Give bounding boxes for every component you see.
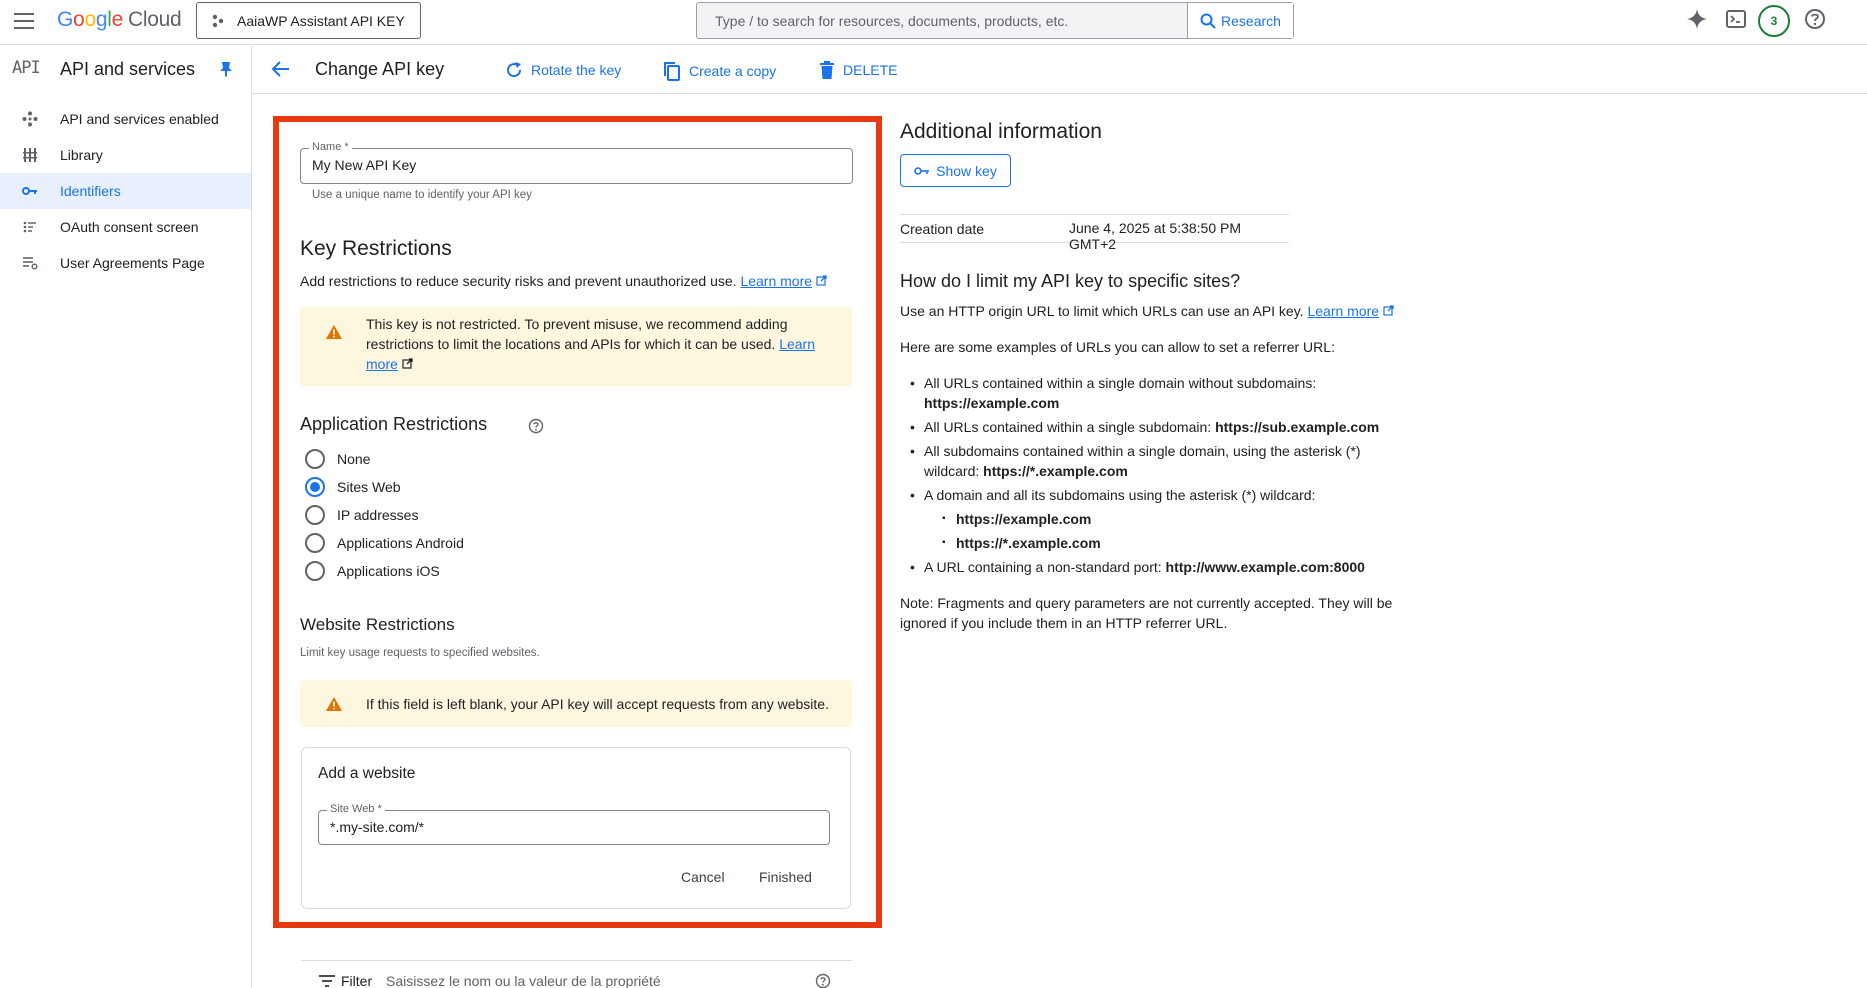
filter-bar[interactable]: Filter Saisissez le nom ou la valeur de … — [301, 960, 852, 988]
trash-icon — [820, 61, 834, 79]
project-name: AaiaWP Assistant API KEY — [237, 12, 405, 29]
api-icon: API — [12, 58, 41, 78]
sidebar-item-label: Library — [60, 147, 103, 163]
search-input[interactable]: Type / to search for resources, document… — [697, 13, 1187, 29]
pin-icon[interactable] — [219, 61, 233, 77]
example-sub-item: https://example.com — [942, 509, 1091, 529]
example-sub-item: https://*.example.com — [942, 533, 1101, 553]
site-web-label: Site Web * — [327, 803, 385, 815]
warning-learn-more-link[interactable]: Learn — [779, 336, 815, 352]
main-menu-icon[interactable] — [14, 13, 34, 29]
library-icon — [23, 148, 37, 162]
project-selector[interactable]: AaiaWP Assistant API KEY — [196, 2, 421, 39]
sidebar-title: API and services — [60, 59, 196, 79]
help-circle-icon[interactable] — [528, 418, 544, 434]
key-restrictions-title: Key Restrictions — [300, 237, 452, 260]
external-link-icon — [1383, 305, 1394, 316]
project-icon — [212, 14, 224, 27]
radio-button[interactable] — [305, 449, 325, 469]
cancel-button[interactable]: Cancel — [681, 869, 725, 885]
blank-field-warning: If this field is left blank, your API ke… — [300, 680, 852, 727]
warning-icon — [326, 325, 342, 339]
key-restrictions-desc: Add restrictions to reduce security risk… — [300, 271, 827, 291]
creation-date-value: June 4, 2025 at 5:38:50 PM GMT+2 — [1069, 220, 1242, 252]
warning-learn-more-link-2[interactable]: more — [366, 356, 398, 372]
additional-info-title: Additional information — [900, 120, 1102, 143]
show-key-button[interactable]: Show key — [900, 154, 1011, 187]
gemini-icon[interactable] — [1686, 8, 1708, 30]
site-web-value[interactable]: *.my-site.com/* — [330, 819, 424, 835]
unrestricted-key-warning: This key is not restricted. To prevent m… — [300, 307, 852, 386]
help-icon[interactable] — [1804, 8, 1826, 30]
warning-icon — [326, 697, 342, 711]
finished-button[interactable]: Finished — [759, 869, 812, 885]
hub-icon — [22, 111, 38, 127]
radio-ios[interactable]: Applications iOS — [305, 561, 440, 581]
google-cloud-logo[interactable]: Google Cloud — [57, 8, 182, 32]
radio-button[interactable] — [305, 561, 325, 581]
website-restrictions-title: Website Restrictions — [300, 615, 455, 634]
radio-button[interactable] — [305, 505, 325, 525]
sidebar-item-identifiers[interactable]: Identifiers — [0, 173, 251, 209]
search-icon — [1200, 13, 1216, 29]
name-field-label: Name * — [309, 141, 352, 153]
sidebar-item-label: User Agreements Page — [60, 255, 205, 271]
key-icon — [914, 166, 930, 175]
page-title: Change API key — [315, 59, 445, 79]
example-item: All subdomains contained within a single… — [910, 441, 1361, 481]
sidebar-item-label: OAuth consent screen — [60, 219, 199, 235]
notifications-badge[interactable]: 3 — [1758, 5, 1790, 37]
radio-button-selected[interactable] — [305, 477, 325, 497]
note-text: Note: Fragments and query parameters are… — [900, 595, 1393, 631]
name-hint: Use a unique name to identify your API k… — [312, 189, 532, 201]
back-arrow-icon[interactable] — [271, 60, 291, 78]
example-item: A URL containing a non-standard port: ht… — [910, 557, 1365, 577]
learn-more-link[interactable]: Learn more — [1307, 303, 1379, 319]
radio-button[interactable] — [305, 533, 325, 553]
learn-more-link[interactable]: Learn more — [740, 273, 812, 289]
sidebar: API API and services API and services en… — [0, 46, 252, 988]
key-icon — [22, 187, 37, 195]
rotate-key-button[interactable]: Rotate the key — [505, 61, 621, 79]
sidebar-item-library[interactable]: Library — [0, 137, 251, 173]
sidebar-item-label: API and services enabled — [60, 111, 219, 127]
radio-android[interactable]: Applications Android — [305, 533, 464, 553]
filter-input[interactable]: Saisissez le nom ou la valeur de la prop… — [386, 973, 661, 988]
creation-date-row: Creation date June 4, 2025 at 5:38:50 PM… — [900, 214, 1289, 252]
example-item: All URLs contained within a single subdo… — [910, 417, 1379, 437]
sidebar-item-apis-enabled[interactable]: API and services enabled — [0, 101, 251, 137]
creation-date-label: Creation date — [900, 221, 985, 237]
help-circle-icon[interactable] — [815, 973, 831, 988]
page-header: Change API key Rotate the key Create a c… — [253, 46, 1867, 94]
name-field-value[interactable]: My New API Key — [312, 157, 416, 173]
filter-label: Filter — [341, 973, 373, 988]
sidebar-item-oauth[interactable]: OAuth consent screen — [0, 209, 251, 245]
external-link-icon — [816, 275, 827, 286]
research-button[interactable]: Research — [1187, 3, 1293, 38]
example-item: All URLs contained within a single domai… — [910, 373, 1316, 413]
external-link-icon — [402, 358, 413, 369]
add-website-title: Add a website — [318, 765, 416, 782]
search-bar[interactable]: Type / to search for resources, document… — [696, 2, 1294, 39]
app-restrictions-title: Application Restrictions — [300, 414, 488, 434]
settings-list-icon — [23, 257, 38, 270]
create-copy-button[interactable]: Create a copy — [663, 61, 776, 81]
example-item: A domain and all its subdomains using th… — [910, 485, 1315, 505]
consent-icon — [23, 221, 36, 233]
rotate-icon — [507, 62, 522, 78]
faq-desc: Use an HTTP origin URL to limit which UR… — [900, 301, 1394, 321]
examples-intro: Here are some examples of URLs you can a… — [900, 339, 1335, 355]
sidebar-item-label: Identifiers — [60, 183, 121, 199]
filter-icon — [319, 975, 335, 987]
sidebar-item-user-agreements[interactable]: User Agreements Page — [0, 245, 251, 281]
delete-button[interactable]: DELETE — [819, 61, 897, 79]
website-restrictions-desc: Limit key usage requests to specified we… — [300, 647, 540, 659]
radio-ip-addresses[interactable]: IP addresses — [305, 505, 418, 525]
cloud-shell-icon[interactable] — [1725, 8, 1747, 30]
radio-sites-web[interactable]: Sites Web — [305, 477, 401, 497]
copy-icon — [664, 62, 680, 81]
top-bar: Google Cloud AaiaWP Assistant API KEY Typ… — [0, 0, 1867, 45]
radio-none[interactable]: None — [305, 449, 370, 469]
faq-title: How do I limit my API key to specific si… — [900, 271, 1241, 291]
